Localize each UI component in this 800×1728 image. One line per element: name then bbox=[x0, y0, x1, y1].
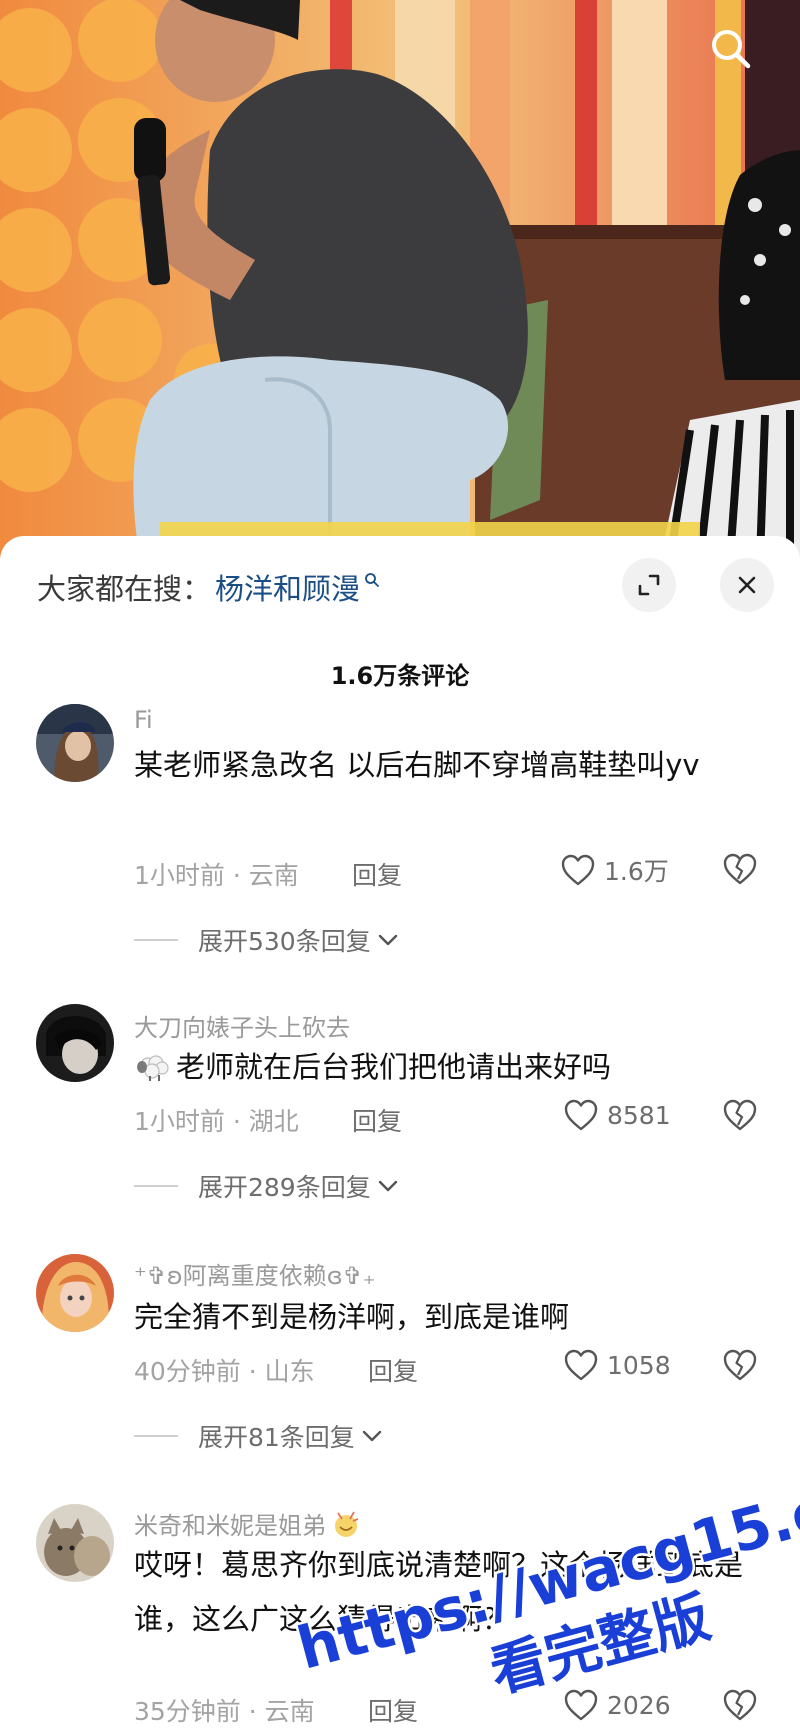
like-button[interactable]: 8581 bbox=[563, 1098, 671, 1132]
comment-username[interactable]: ⁺✞ʚ阿离重度依赖ɞ✞₊ bbox=[134, 1256, 375, 1291]
dislike-button[interactable] bbox=[722, 1098, 758, 1136]
chevron-down-icon bbox=[378, 934, 397, 946]
party-emoji-icon bbox=[335, 1511, 359, 1537]
comment-sheet: 大家都在搜： 杨洋和顾漫 1.6万条评论 Fi 某老师紧急改名 以后右脚不穿增高… bbox=[0, 536, 800, 1726]
comment-meta: 35分钟前 · 云南 bbox=[134, 1697, 315, 1726]
comment-username[interactable]: 大刀向婊子头上砍去 bbox=[134, 1008, 350, 1043]
like-button[interactable]: 1.6万 bbox=[560, 852, 669, 888]
avatar[interactable] bbox=[36, 1004, 114, 1082]
reply-button[interactable]: 回复 bbox=[368, 1692, 418, 1728]
heart-icon bbox=[564, 1689, 598, 1721]
hot-search-keyword[interactable]: 杨洋和顾漫 bbox=[215, 566, 360, 608]
expand-replies-button[interactable]: 展开81条回复 bbox=[134, 1418, 383, 1454]
query-icon bbox=[365, 573, 379, 587]
dislike-button[interactable] bbox=[722, 852, 758, 890]
expand-replies-label: 展开289条回复 bbox=[198, 1173, 371, 1202]
divider bbox=[134, 939, 178, 941]
comment-username-row: 米奇和米妮是姐弟 bbox=[134, 1506, 362, 1541]
dislike-button[interactable] bbox=[722, 1348, 758, 1386]
expand-replies-label: 展开530条回复 bbox=[198, 927, 371, 956]
video-frame bbox=[0, 0, 800, 560]
close-button[interactable] bbox=[720, 558, 774, 612]
avatar[interactable] bbox=[36, 1504, 114, 1582]
comment-meta: 1小时前 · 云南 bbox=[134, 861, 299, 890]
chevron-down-icon bbox=[362, 1430, 382, 1442]
like-count: 8581 bbox=[607, 1100, 671, 1130]
heart-icon bbox=[561, 854, 595, 886]
like-count: 2026 bbox=[607, 1690, 671, 1720]
video-player[interactable] bbox=[0, 0, 800, 560]
expand-replies-button[interactable]: 展开289条回复 bbox=[134, 1168, 399, 1204]
comment-text: 哎呀！葛思齐你到底说清楚啊？这个杨洋到底是谁，这么广这么猜得出来啊？ bbox=[134, 1548, 744, 1636]
broken-heart-icon bbox=[723, 1689, 757, 1721]
dislike-button[interactable] bbox=[722, 1688, 758, 1726]
search-icon bbox=[712, 30, 751, 69]
reply-button[interactable]: 回复 bbox=[368, 1352, 418, 1388]
comment-text: 老师就在后台我们把他请出来好吗 bbox=[176, 1050, 612, 1084]
hot-search-bar: 大家都在搜： 杨洋和顾漫 bbox=[37, 562, 380, 612]
chevron-down-icon bbox=[378, 1180, 397, 1192]
comment-text: 某老师紧急改名 以后右脚不穿增高鞋垫叫yv bbox=[134, 748, 700, 782]
expand-replies-label: 展开81条回复 bbox=[198, 1423, 355, 1452]
like-button[interactable]: 1058 bbox=[563, 1348, 671, 1382]
expand-replies-button[interactable]: 展开530条回复 bbox=[134, 922, 399, 958]
like-count: 1058 bbox=[607, 1350, 671, 1380]
comment-username[interactable]: 米奇和米妮是姐弟 bbox=[134, 1506, 326, 1541]
avatar[interactable] bbox=[36, 1254, 114, 1332]
comment-meta: 1小时前 · 湖北 bbox=[134, 1107, 299, 1136]
comment-meta: 40分钟前 · 山东 bbox=[134, 1357, 315, 1386]
comment-count-title: 1.6万条评论 bbox=[330, 662, 470, 690]
heart-icon bbox=[564, 1099, 598, 1131]
divider bbox=[134, 1435, 178, 1437]
broken-heart-icon bbox=[723, 1099, 757, 1131]
sheep-emoji-icon bbox=[137, 1055, 169, 1081]
reply-button[interactable]: 回复 bbox=[352, 1102, 402, 1138]
comment-text-row: 老师就在后台我们把他请出来好吗 bbox=[134, 1040, 744, 1094]
expand-sheet-button[interactable] bbox=[622, 558, 676, 612]
divider bbox=[134, 1185, 178, 1187]
comment-text: 完全猜不到是杨洋啊，到底是谁啊 bbox=[134, 1300, 570, 1334]
broken-heart-icon bbox=[723, 1349, 757, 1381]
like-count: 1.6万 bbox=[604, 857, 669, 886]
expand-icon bbox=[638, 574, 660, 596]
reply-button[interactable]: 回复 bbox=[352, 856, 402, 892]
close-icon bbox=[738, 576, 756, 594]
hot-search-prefix: 大家都在搜： bbox=[37, 572, 212, 606]
broken-heart-icon bbox=[723, 853, 757, 885]
like-button[interactable]: 2026 bbox=[563, 1688, 671, 1722]
search-button[interactable] bbox=[708, 26, 764, 82]
heart-icon bbox=[564, 1349, 598, 1381]
avatar[interactable] bbox=[36, 704, 114, 782]
comment-username[interactable]: Fi bbox=[134, 706, 153, 734]
